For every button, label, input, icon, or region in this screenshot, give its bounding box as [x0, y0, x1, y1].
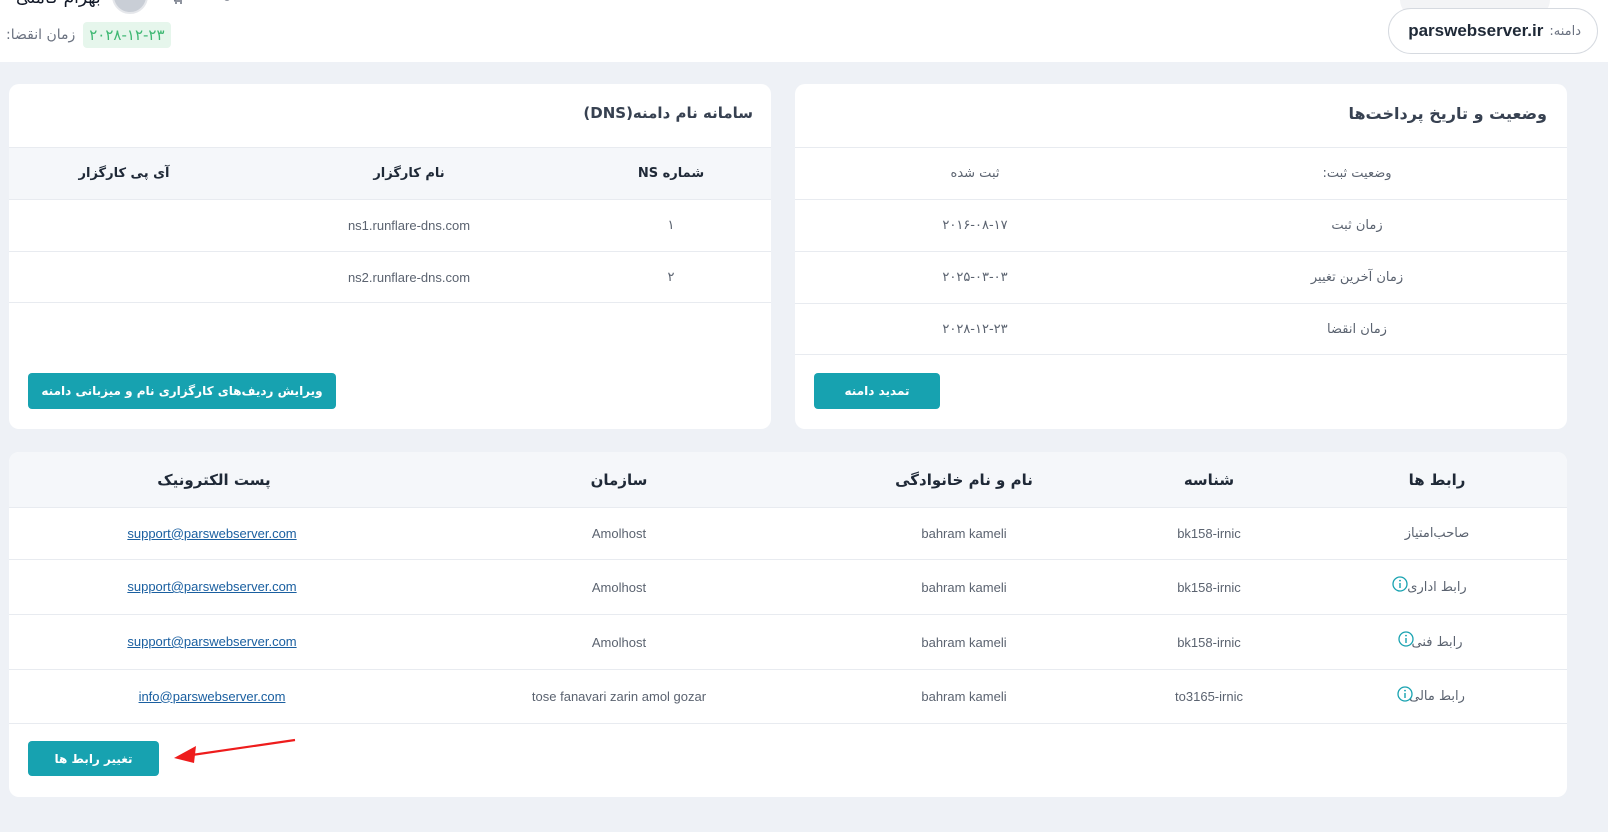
avatar[interactable]	[112, 0, 148, 14]
expiry-label: زمان انقضا:	[6, 27, 76, 43]
row-value: ۲۰۱۶-۰۸-۱۷	[942, 218, 1008, 233]
row-value: ۲۰۲۵-۰۳-۰۳	[942, 270, 1008, 285]
payments-title: وضعیت و تاریخ پرداخت‌ها	[1348, 104, 1547, 123]
table-row: صاحب‌امتیاز bk158-irnic bahram kameli Am…	[9, 507, 1567, 559]
table-row: ۲ ns2.runflare-dns.com	[9, 251, 771, 303]
table-row: رابط مالی to3165-irnic bahram kameli tos…	[9, 669, 1567, 724]
contact-org: tose fanavari zarin amol gozar	[531, 689, 707, 704]
contact-role: رابط فنی	[1411, 634, 1463, 650]
row-label: وضعیت ثبت:	[1322, 166, 1392, 181]
renew-domain-button[interactable]: تمدید دامنه	[814, 373, 940, 409]
domain-selector[interactable]: دامنه: parswebserver.ir	[1388, 8, 1598, 54]
info-icon[interactable]	[1397, 686, 1413, 702]
contact-email-link[interactable]: support@parswebserver.com	[127, 634, 296, 649]
table-row: زمان ثبت ۲۰۱۶-۰۸-۱۷	[795, 199, 1567, 251]
annotation-arrow-icon	[174, 738, 296, 763]
info-icon[interactable]	[1392, 576, 1408, 592]
cart-icon[interactable]	[170, 0, 184, 4]
table-row: زمان آخرین تغییر ۲۰۲۵-۰۳-۰۳	[795, 251, 1567, 303]
contact-role: رابط اداری	[1407, 579, 1467, 595]
contact-id: bk158-irnic	[1177, 526, 1241, 541]
table-header: رابط ها شناسه نام و نام خانوادگی سازمان …	[9, 452, 1567, 507]
ns-name: ns1.runflare-dns.com	[347, 218, 471, 233]
domain-label: دامنه:	[1549, 23, 1581, 39]
table-row: زمان انقضا ۲۰۲۸-۱۲-۲۳	[795, 303, 1567, 355]
contact-org: Amolhost	[591, 579, 647, 595]
dns-table: شماره NS نام کارگزار آی پی کارگزار ۱ ns1…	[9, 147, 771, 303]
col-role: رابط ها	[1408, 470, 1466, 489]
change-contacts-button[interactable]: تغییر رابط ها	[28, 741, 159, 776]
col-ns-number: شماره NS	[637, 166, 705, 181]
contact-email-link[interactable]: info@parswebserver.com	[139, 689, 286, 704]
table-row: ۱ ns1.runflare-dns.com	[9, 199, 771, 251]
col-server-ip: آی پی کارگزار	[78, 166, 170, 181]
info-icon[interactable]	[1398, 631, 1414, 647]
payments-card: وضعیت و تاریخ پرداخت‌ها وضعیت ثبت: ثبت ش…	[795, 84, 1567, 429]
contact-email-link[interactable]: support@parswebserver.com	[127, 526, 296, 541]
row-label: زمان آخرین تغییر	[1310, 270, 1404, 285]
contact-name: bahram kameli	[921, 689, 1007, 704]
contact-name: bahram kameli	[921, 579, 1007, 595]
contact-role: رابط مالی	[1409, 689, 1465, 704]
contact-role: صاحب‌امتیاز	[1404, 526, 1470, 541]
dns-title: سامانه نام دامنه(DNS)	[583, 104, 753, 122]
row-value: ۲۰۲۸-۱۲-۲۳	[942, 321, 1008, 337]
ns-number: ۲	[667, 269, 675, 285]
row-label: زمان ثبت	[1331, 218, 1383, 233]
table-row: وضعیت ثبت: ثبت شده	[795, 147, 1567, 199]
col-id: شناسه	[1183, 470, 1235, 489]
contact-name: bahram kameli	[921, 526, 1007, 541]
col-full-name: نام و نام خانوادگی	[895, 470, 1033, 489]
dns-card: سامانه نام دامنه(DNS) شماره NS نام کارگز…	[9, 84, 771, 429]
row-value: ثبت شده	[950, 166, 1000, 181]
contact-id: bk158-irnic	[1177, 634, 1241, 650]
contacts-table: رابط ها شناسه نام و نام خانوادگی سازمان …	[9, 452, 1567, 724]
table-row: رابط اداری bk158-irnic bahram kameli Amo…	[9, 559, 1567, 614]
col-organization: سازمان	[590, 470, 648, 489]
contact-id: to3165-irnic	[1175, 689, 1243, 704]
ns-name: ns2.runflare-dns.com	[347, 269, 471, 285]
contact-org: Amolhost	[591, 526, 647, 541]
bell-icon[interactable]	[220, 0, 234, 4]
col-server-name: نام کارگزار	[373, 166, 445, 181]
col-email: پست الکترونیک	[157, 470, 271, 489]
ns-number: ۱	[667, 218, 675, 233]
edit-nameservers-button[interactable]: ویرایش ردیف‌های کارگزاری نام و میزبانی د…	[28, 373, 336, 409]
table-header: شماره NS نام کارگزار آی پی کارگزار	[9, 147, 771, 199]
contact-email-link[interactable]: support@parswebserver.com	[127, 579, 296, 594]
contact-name: bahram kameli	[921, 634, 1007, 650]
contact-id: bk158-irnic	[1177, 579, 1241, 595]
payments-table: وضعیت ثبت: ثبت شده زمان ثبت ۲۰۱۶-۰۸-۱۷ ز…	[795, 147, 1567, 355]
table-row: رابط فنی bk158-irnic bahram kameli Amolh…	[9, 614, 1567, 669]
top-bar: دامنه: parswebserver.ir بهرام کاملی زمان…	[0, 0, 1608, 62]
contact-org: Amolhost	[591, 634, 647, 650]
user-name[interactable]: بهرام کاملی	[16, 0, 101, 8]
domain-value: parswebserver.ir	[1408, 21, 1544, 40]
expiry-badge: ۲۰۲۸-۱۲-۲۳	[83, 22, 171, 48]
expiry-info: زمان انقضا: ۲۰۲۸-۱۲-۲۳	[6, 22, 171, 48]
row-label: زمان انقضا	[1327, 321, 1387, 337]
